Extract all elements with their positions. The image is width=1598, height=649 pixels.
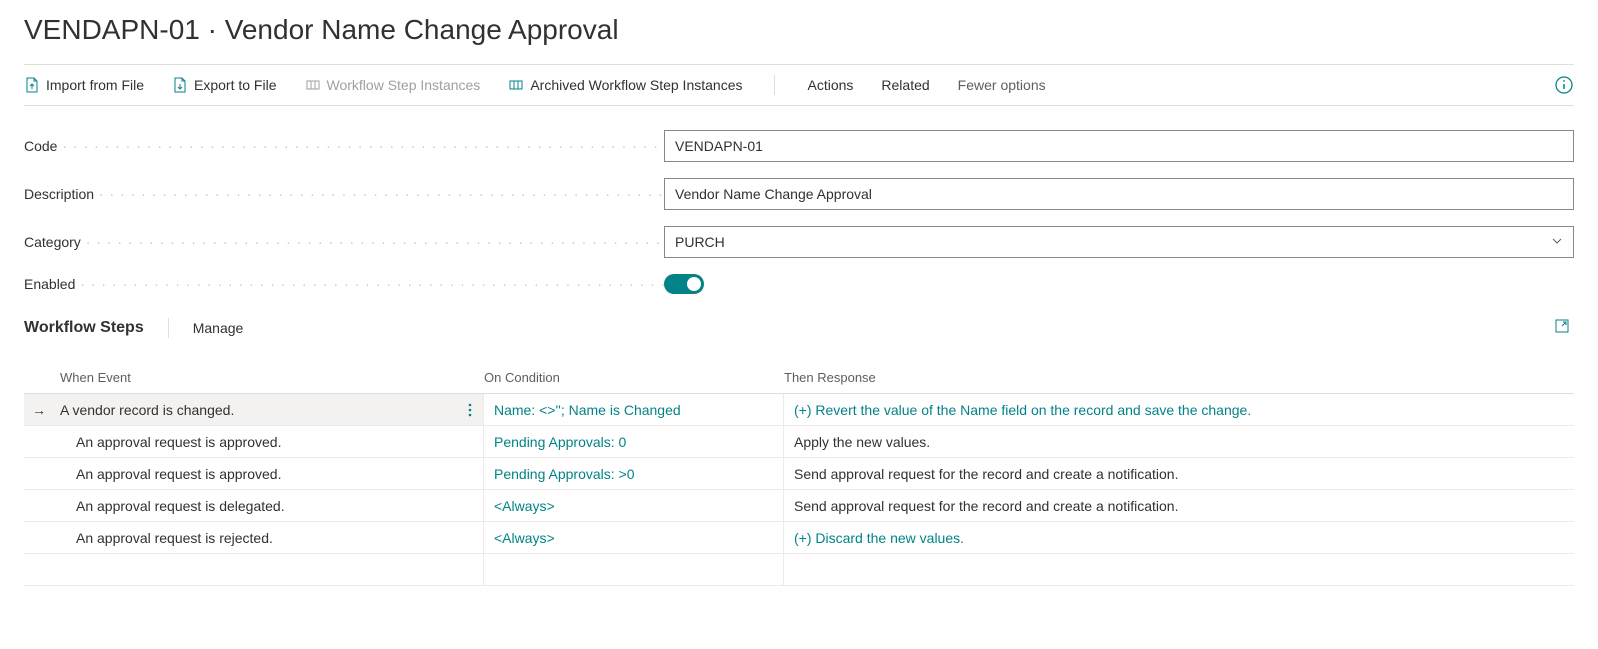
event-text: An approval request is approved. xyxy=(24,434,281,450)
event-text: An approval request is delegated. xyxy=(24,498,285,514)
category-select[interactable]: PURCH xyxy=(664,226,1574,258)
condition-cell[interactable]: Pending Approvals: 0 xyxy=(484,426,784,457)
file-export-icon xyxy=(172,77,188,93)
response-cell[interactable]: (+) Discard the new values. xyxy=(784,522,1574,553)
grid-row[interactable]: An approval request is rejected. <Always>… xyxy=(24,522,1574,554)
grid-row[interactable]: →A vendor record is changed.Name: <>''; … xyxy=(24,394,1574,426)
event-text: An approval request is rejected. xyxy=(24,530,273,546)
file-import-icon xyxy=(24,77,40,93)
condition-cell[interactable]: Name: <>''; Name is Changed xyxy=(484,394,784,425)
response-cell[interactable]: Apply the new values. xyxy=(784,426,1574,457)
event-cell[interactable]: An approval request is approved. xyxy=(24,458,484,489)
response-cell[interactable]: Send approval request for the record and… xyxy=(784,490,1574,521)
archived-workflow-icon xyxy=(508,77,524,93)
grid-row[interactable]: An approval request is delegated. <Always… xyxy=(24,490,1574,522)
grid-empty-row xyxy=(24,554,1574,586)
response-cell[interactable]: (+) Revert the value of the Name field o… xyxy=(784,394,1574,425)
actions-menu[interactable]: Actions xyxy=(807,77,853,93)
response-cell[interactable]: Send approval request for the record and… xyxy=(784,458,1574,489)
export-label: Export to File xyxy=(194,77,276,93)
col-header-response[interactable]: Then Response xyxy=(784,370,1574,385)
event-cell[interactable]: An approval request is rejected. xyxy=(24,522,484,553)
code-label: Code xyxy=(24,138,664,154)
fewer-options-button[interactable]: Fewer options xyxy=(958,77,1046,93)
import-label: Import from File xyxy=(46,77,144,93)
archived-workflow-step-instances-button[interactable]: Archived Workflow Step Instances xyxy=(508,77,742,93)
grid-row[interactable]: An approval request is approved. Pending … xyxy=(24,426,1574,458)
workflow-instances-icon xyxy=(305,77,321,93)
event-cell[interactable]: →A vendor record is changed. xyxy=(24,394,484,425)
condition-cell[interactable]: <Always> xyxy=(484,490,784,521)
grid-row[interactable]: An approval request is approved. Pending … xyxy=(24,458,1574,490)
row-selected-arrow-icon: → xyxy=(32,402,46,418)
category-label: Category xyxy=(24,234,664,250)
page-title: VENDAPN-01 · Vendor Name Change Approval xyxy=(24,14,1574,46)
archived-wf-label: Archived Workflow Step Instances xyxy=(530,77,742,93)
manage-button[interactable]: Manage xyxy=(193,320,244,336)
code-input[interactable] xyxy=(664,130,1574,162)
action-separator xyxy=(774,75,775,95)
form-area: Code Description Category PURCH Enabled xyxy=(24,130,1574,294)
related-menu[interactable]: Related xyxy=(881,77,929,93)
event-cell[interactable]: An approval request is delegated. xyxy=(24,490,484,521)
event-cell[interactable]: An approval request is approved. xyxy=(24,426,484,457)
col-header-event[interactable]: When Event xyxy=(24,370,484,385)
enabled-label: Enabled xyxy=(24,276,664,292)
enabled-toggle[interactable] xyxy=(664,274,704,294)
description-input[interactable] xyxy=(664,178,1574,210)
chevron-down-icon xyxy=(1551,234,1563,250)
info-icon[interactable] xyxy=(1554,75,1574,95)
workflow-steps-grid: When Event On Condition Then Response →A… xyxy=(24,362,1574,586)
wf-instances-label: Workflow Step Instances xyxy=(327,77,481,93)
event-text: An approval request is approved. xyxy=(24,466,281,482)
col-header-condition[interactable]: On Condition xyxy=(484,370,784,385)
workflow-steps-header: Workflow Steps Manage xyxy=(24,318,1574,338)
category-value: PURCH xyxy=(675,234,725,250)
workflow-step-instances-button[interactable]: Workflow Step Instances xyxy=(305,77,481,93)
import-from-file-button[interactable]: Import from File xyxy=(24,77,144,93)
row-more-icon[interactable] xyxy=(461,396,479,424)
description-label: Description xyxy=(24,186,664,202)
grid-header: When Event On Condition Then Response xyxy=(24,362,1574,394)
workflow-steps-title: Workflow Steps xyxy=(24,319,144,337)
condition-cell[interactable]: Pending Approvals: >0 xyxy=(484,458,784,489)
export-to-file-button[interactable]: Export to File xyxy=(172,77,276,93)
event-text: A vendor record is changed. xyxy=(24,402,234,418)
action-bar: Import from File Export to File Workflow… xyxy=(24,64,1574,106)
condition-cell[interactable]: <Always> xyxy=(484,522,784,553)
expand-section-icon[interactable] xyxy=(1554,318,1574,338)
